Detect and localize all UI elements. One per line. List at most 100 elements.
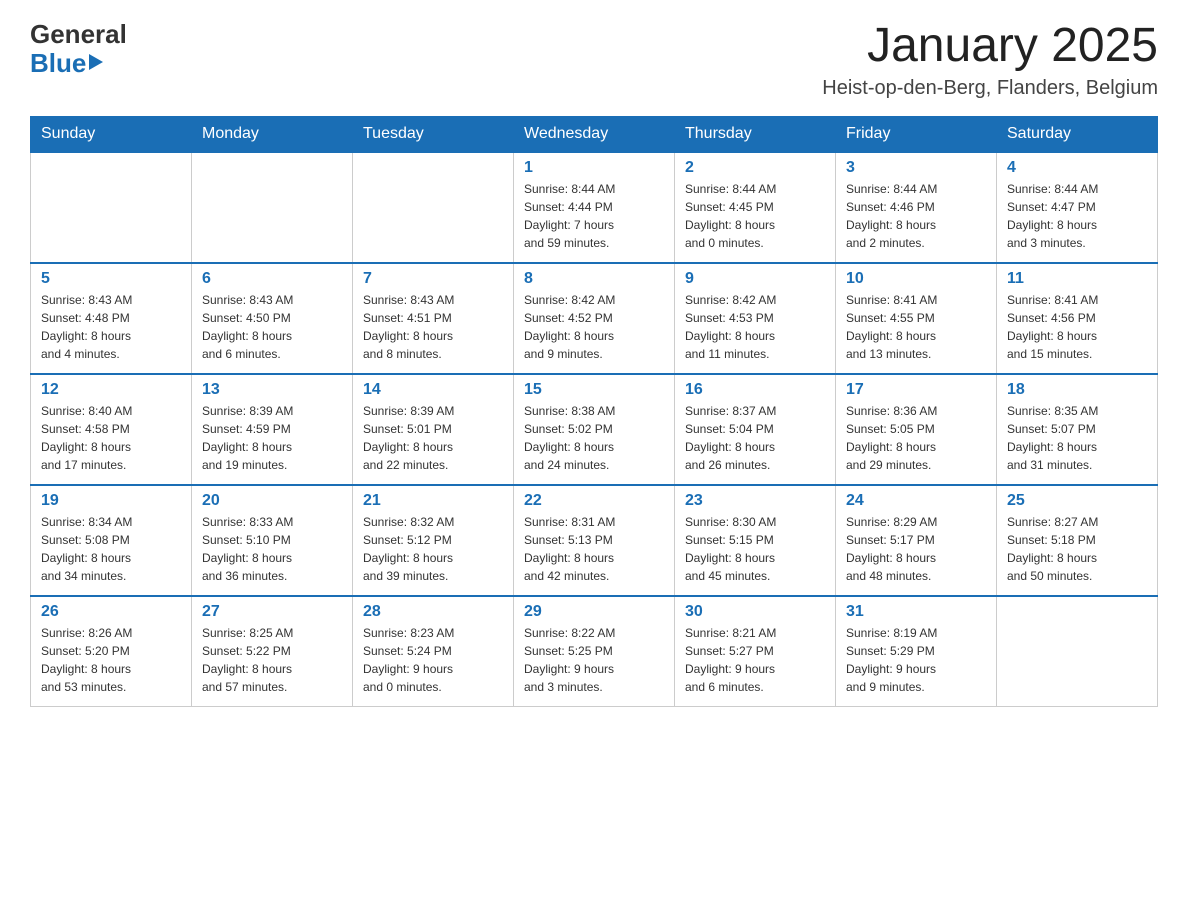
week-row-2: 5Sunrise: 8:43 AM Sunset: 4:48 PM Daylig… — [31, 263, 1158, 374]
calendar-cell: 27 Sunrise: 8:25 AM Sunset: 5:22 PM Dayli… — [192, 596, 353, 707]
week-row-5: 26 Sunrise: 8:26 AM Sunset: 5:20 PM Dayli… — [31, 596, 1158, 707]
day-info: Sunrise: 8:30 AM Sunset: 5:15 PM Dayligh… — [685, 513, 825, 585]
calendar-cell: 4 Sunrise: 8:44 AM Sunset: 4:47 PM Daylig… — [997, 152, 1158, 263]
day-info: Sunrise: 8:38 AM Sunset: 5:02 PM Dayligh… — [524, 402, 664, 474]
day-number: 19 — [41, 492, 181, 510]
calendar-table: SundayMondayTuesdayWednesdayThursdayFrid… — [30, 116, 1158, 707]
day-info: Sunrise: 8:43 AM Sunset: 4:50 PM Dayligh… — [202, 291, 342, 363]
day-info: Sunrise: 8:35 AM Sunset: 5:07 PM Dayligh… — [1007, 402, 1147, 474]
calendar-cell: 10 Sunrise: 8:41 AM Sunset: 4:55 PM Dayli… — [836, 263, 997, 374]
day-info: Sunrise: 8:41 AM Sunset: 4:56 PM Dayligh… — [1007, 291, 1147, 363]
calendar-cell: 23 Sunrise: 8:30 AM Sunset: 5:15 PM Dayli… — [675, 485, 836, 596]
day-number: 22 — [524, 492, 664, 510]
calendar-cell: 13 Sunrise: 8:39 AM Sunset: 4:59 PM Dayli… — [192, 374, 353, 485]
day-info: Sunrise: 8:39 AM Sunset: 5:01 PM Dayligh… — [363, 402, 503, 474]
calendar-cell: 3 Sunrise: 8:44 AM Sunset: 4:46 PM Daylig… — [836, 152, 997, 263]
day-info: Sunrise: 8:40 AM Sunset: 4:58 PM Dayligh… — [41, 402, 181, 474]
calendar-cell: 6 Sunrise: 8:43 AM Sunset: 4:50 PM Daylig… — [192, 263, 353, 374]
calendar-cell: 15 Sunrise: 8:38 AM Sunset: 5:02 PM Dayli… — [514, 374, 675, 485]
day-number: 2 — [685, 159, 825, 177]
calendar-cell: 8Sunrise: 8:42 AM Sunset: 4:52 PM Daylig… — [514, 263, 675, 374]
day-number: 29 — [524, 603, 664, 621]
week-row-1: 1 Sunrise: 8:44 AM Sunset: 4:44 PM Daylig… — [31, 152, 1158, 263]
day-number: 12 — [41, 381, 181, 399]
day-info: Sunrise: 8:34 AM Sunset: 5:08 PM Dayligh… — [41, 513, 181, 585]
calendar-cell — [353, 152, 514, 263]
logo-blue: Blue — [30, 49, 86, 78]
day-number: 25 — [1007, 492, 1147, 510]
day-number: 16 — [685, 381, 825, 399]
day-info: Sunrise: 8:43 AM Sunset: 4:51 PM Dayligh… — [363, 291, 503, 363]
calendar-header-row: SundayMondayTuesdayWednesdayThursdayFrid… — [31, 116, 1158, 152]
calendar-cell: 31 Sunrise: 8:19 AM Sunset: 5:29 PM Dayli… — [836, 596, 997, 707]
calendar-cell: 7 Sunrise: 8:43 AM Sunset: 4:51 PM Daylig… — [353, 263, 514, 374]
day-info: Sunrise: 8:31 AM Sunset: 5:13 PM Dayligh… — [524, 513, 664, 585]
day-info: Sunrise: 8:42 AM Sunset: 4:53 PM Dayligh… — [685, 291, 825, 363]
day-number: 1 — [524, 159, 664, 177]
day-info: Sunrise: 8:33 AM Sunset: 5:10 PM Dayligh… — [202, 513, 342, 585]
day-info: Sunrise: 8:32 AM Sunset: 5:12 PM Dayligh… — [363, 513, 503, 585]
day-number: 24 — [846, 492, 986, 510]
header-thursday: Thursday — [675, 116, 836, 152]
title-section: January 2025 Heist-op-den-Berg, Flanders… — [822, 20, 1158, 100]
month-title: January 2025 — [822, 20, 1158, 73]
day-info: Sunrise: 8:42 AM Sunset: 4:52 PM Dayligh… — [524, 291, 664, 363]
logo[interactable]: General Blue — [30, 20, 127, 77]
day-number: 23 — [685, 492, 825, 510]
calendar-cell: 18Sunrise: 8:35 AM Sunset: 5:07 PM Dayli… — [997, 374, 1158, 485]
day-number: 7 — [363, 270, 503, 288]
day-info: Sunrise: 8:29 AM Sunset: 5:17 PM Dayligh… — [846, 513, 986, 585]
day-info: Sunrise: 8:44 AM Sunset: 4:47 PM Dayligh… — [1007, 180, 1147, 252]
header-friday: Friday — [836, 116, 997, 152]
day-number: 13 — [202, 381, 342, 399]
day-info: Sunrise: 8:41 AM Sunset: 4:55 PM Dayligh… — [846, 291, 986, 363]
day-info: Sunrise: 8:25 AM Sunset: 5:22 PM Dayligh… — [202, 624, 342, 696]
day-info: Sunrise: 8:22 AM Sunset: 5:25 PM Dayligh… — [524, 624, 664, 696]
day-info: Sunrise: 8:23 AM Sunset: 5:24 PM Dayligh… — [363, 624, 503, 696]
calendar-cell: 19 Sunrise: 8:34 AM Sunset: 5:08 PM Dayli… — [31, 485, 192, 596]
header-sunday: Sunday — [31, 116, 192, 152]
calendar-cell: 30 Sunrise: 8:21 AM Sunset: 5:27 PM Dayli… — [675, 596, 836, 707]
calendar-cell: 1 Sunrise: 8:44 AM Sunset: 4:44 PM Daylig… — [514, 152, 675, 263]
calendar-cell: 21 Sunrise: 8:32 AM Sunset: 5:12 PM Dayli… — [353, 485, 514, 596]
day-number: 4 — [1007, 159, 1147, 177]
calendar-cell: 26 Sunrise: 8:26 AM Sunset: 5:20 PM Dayli… — [31, 596, 192, 707]
day-number: 28 — [363, 603, 503, 621]
day-number: 3 — [846, 159, 986, 177]
day-info: Sunrise: 8:21 AM Sunset: 5:27 PM Dayligh… — [685, 624, 825, 696]
day-number: 10 — [846, 270, 986, 288]
location-subtitle: Heist-op-den-Berg, Flanders, Belgium — [822, 77, 1158, 100]
day-number: 30 — [685, 603, 825, 621]
week-row-3: 12 Sunrise: 8:40 AM Sunset: 4:58 PM Dayli… — [31, 374, 1158, 485]
calendar-cell: 20 Sunrise: 8:33 AM Sunset: 5:10 PM Dayli… — [192, 485, 353, 596]
day-number: 27 — [202, 603, 342, 621]
calendar-cell: 9 Sunrise: 8:42 AM Sunset: 4:53 PM Daylig… — [675, 263, 836, 374]
calendar-cell — [31, 152, 192, 263]
day-number: 31 — [846, 603, 986, 621]
day-number: 21 — [363, 492, 503, 510]
day-number: 5 — [41, 270, 181, 288]
day-number: 20 — [202, 492, 342, 510]
calendar-cell: 24 Sunrise: 8:29 AM Sunset: 5:17 PM Dayli… — [836, 485, 997, 596]
calendar-cell: 5Sunrise: 8:43 AM Sunset: 4:48 PM Daylig… — [31, 263, 192, 374]
day-info: Sunrise: 8:44 AM Sunset: 4:44 PM Dayligh… — [524, 180, 664, 252]
calendar-cell: 14 Sunrise: 8:39 AM Sunset: 5:01 PM Dayli… — [353, 374, 514, 485]
calendar-cell: 22 Sunrise: 8:31 AM Sunset: 5:13 PM Dayli… — [514, 485, 675, 596]
day-number: 26 — [41, 603, 181, 621]
day-number: 15 — [524, 381, 664, 399]
logo-general: General — [30, 20, 127, 49]
day-info: Sunrise: 8:39 AM Sunset: 4:59 PM Dayligh… — [202, 402, 342, 474]
calendar-cell: 28 Sunrise: 8:23 AM Sunset: 5:24 PM Dayli… — [353, 596, 514, 707]
day-number: 17 — [846, 381, 986, 399]
day-info: Sunrise: 8:36 AM Sunset: 5:05 PM Dayligh… — [846, 402, 986, 474]
day-number: 6 — [202, 270, 342, 288]
calendar-cell — [192, 152, 353, 263]
day-number: 9 — [685, 270, 825, 288]
day-info: Sunrise: 8:19 AM Sunset: 5:29 PM Dayligh… — [846, 624, 986, 696]
day-info: Sunrise: 8:44 AM Sunset: 4:45 PM Dayligh… — [685, 180, 825, 252]
day-info: Sunrise: 8:44 AM Sunset: 4:46 PM Dayligh… — [846, 180, 986, 252]
day-info: Sunrise: 8:27 AM Sunset: 5:18 PM Dayligh… — [1007, 513, 1147, 585]
day-number: 14 — [363, 381, 503, 399]
calendar-cell: 2 Sunrise: 8:44 AM Sunset: 4:45 PM Daylig… — [675, 152, 836, 263]
day-info: Sunrise: 8:26 AM Sunset: 5:20 PM Dayligh… — [41, 624, 181, 696]
